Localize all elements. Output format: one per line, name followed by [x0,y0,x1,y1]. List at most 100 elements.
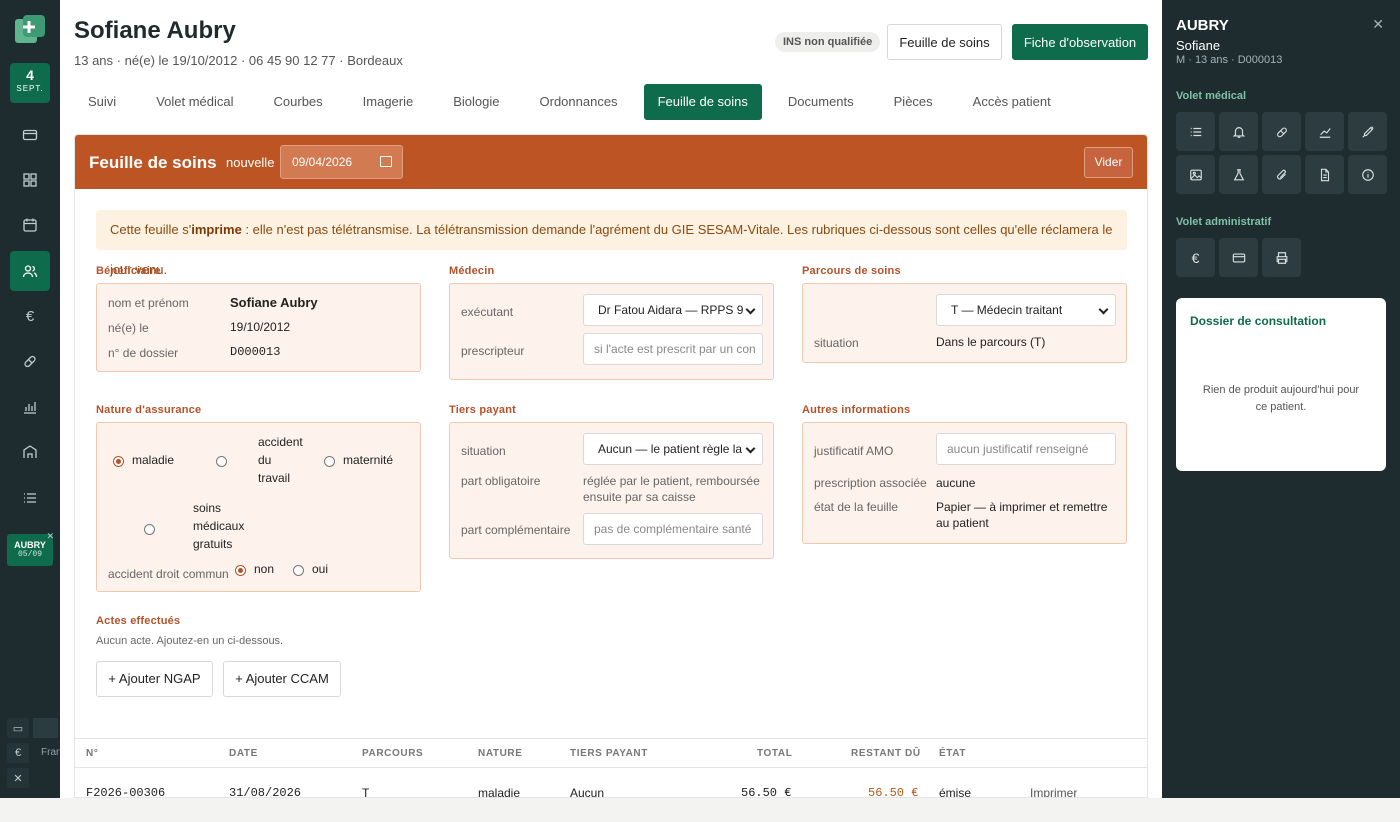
tab-biologie[interactable]: Biologie [439,84,513,120]
tab-pieces[interactable]: Pièces [880,84,947,120]
sidebar-imaging-button[interactable] [1176,155,1215,194]
rail-prescriptions[interactable] [10,341,50,381]
rail-billing-card[interactable] [10,115,50,155]
tab-acces-patient[interactable]: Accès patient [959,84,1065,120]
date-month: SEPT. [16,84,44,93]
language-label[interactable]: Fran [41,747,62,758]
fiche-observation-button[interactable]: Fiche d'observation [1012,24,1148,60]
mini-close-button[interactable]: ✕ [7,768,29,788]
col-num: N° [86,748,99,759]
amo-input[interactable]: aucun justificatif renseigné [936,433,1116,465]
maladie-label: maladie [132,453,175,467]
today-date[interactable]: 4 SEPT. [10,63,50,103]
fs-date-input[interactable]: 09/04/2026 [280,145,403,179]
radio-adc-oui[interactable] [293,565,304,576]
sidebar-vaccines-button[interactable] [1348,112,1387,151]
autres-section: Autres informations justificatif AMO auc… [802,404,1127,544]
sidebar-fees-button[interactable]: € [1176,238,1215,277]
cell-date: 31/08/2026 [229,786,302,798]
tab-documents[interactable]: Documents [774,84,868,120]
col-parcours: PARCOURS [362,748,424,759]
file-label: n° de dossier [108,346,179,360]
autres-box: justificatif AMO aucun justificatif rens… [802,422,1127,544]
left-rail: 4 SEPT. € AUBRY 05/09 ✕ ▭ € Fran ✕ [0,0,62,798]
notice-prefix: Cette feuille s' [110,222,192,237]
rail-agenda[interactable] [10,205,50,245]
patient-subtitle: 13 ans · né(e) le 19/10/2012 · 06 45 90 … [74,53,403,68]
adc-non-label: non [254,562,275,576]
complementaire-input[interactable]: pas de complémentaire santé [583,513,763,545]
prescripteur-input[interactable]: si l'acte est prescrit par un con [583,333,763,365]
close-icon[interactable]: ✕ [1372,16,1384,33]
tab-volet-medical[interactable]: Volet médical [142,84,247,120]
col-etat: ÉTAT [939,748,967,759]
rail-dashboard[interactable] [10,160,50,200]
open-patient-chip[interactable]: AUBRY 05/09 ✕ [7,531,54,566]
presc-assoc-label: prescription associée [814,476,927,490]
col-tiers: TIERS PAYANT [570,748,648,759]
add-ngap-button[interactable]: + Ajouter NGAP [96,661,213,697]
sidebar-alerts-button[interactable] [1219,112,1258,151]
sidebar-curves-button[interactable] [1305,112,1344,151]
sidebar-summary-button[interactable] [1176,112,1215,151]
exec-label: exécutant [461,305,514,319]
feuille-de-soins-button[interactable]: Feuille de soins [887,24,1002,60]
actes-section: Actes effectués Aucun acte. Ajoutez-en u… [96,615,283,647]
pill-icon [24,355,36,368]
chevron-down-icon [745,304,756,315]
radio-maladie[interactable] [113,456,124,467]
rail-patients[interactable] [10,251,50,291]
document-icon [1320,168,1329,181]
cell-nature: maladie [478,786,521,798]
sidebar-card-button[interactable] [1219,238,1258,277]
rail-establishment[interactable] [10,432,50,472]
table-header: N° DATE PARCOURS NATURE TIERS PAYANT TOT… [75,738,1147,768]
sidebar-treatments-button[interactable] [1262,112,1301,151]
compl-label: part complémentaire [461,523,571,537]
sidebar-info-button[interactable] [1348,155,1387,194]
print-link[interactable]: Imprimer [1030,786,1077,797]
radio-maternite[interactable] [324,456,335,467]
notice-bold: imprime [191,222,242,237]
app-logo-icon[interactable] [13,13,47,47]
tab-courbes[interactable]: Courbes [260,84,337,120]
fs-title: Feuille de soins [89,153,217,172]
mini-card-button[interactable]: ▭ [7,718,29,738]
actes-empty: Aucun acte. Ajoutez-en un ci-dessous. [96,635,284,647]
presc-label: prescripteur [461,344,525,358]
exec-select[interactable]: Dr Fatou Aidara — RPPS 9 [583,294,763,326]
sidebar-attachments-button[interactable] [1262,155,1301,194]
name-value: Sofiane Aubry [230,295,318,310]
parcours-select[interactable]: T — Médecin traitant [936,294,1116,326]
tab-imagerie[interactable]: Imagerie [349,84,428,120]
patient-tabs: Suivi Volet médical Courbes Imagerie Bio… [74,84,1077,120]
exec-value: Dr Fatou Aidara — RPPS 9 [598,303,744,317]
rail-statistics[interactable] [10,387,50,427]
tab-suivi[interactable]: Suivi [74,84,130,120]
rail-finance[interactable]: € [10,296,50,336]
sidebar-last-name: AUBRY [1176,17,1229,34]
euro-icon: € [14,747,22,759]
medecin-heading: Médecin [449,265,495,277]
fs-date-value: 09/04/2026 [292,155,353,169]
radio-adc-non[interactable] [235,565,246,576]
add-ccam-button[interactable]: + Ajouter CCAM [223,661,341,697]
sidebar-print-button[interactable] [1262,238,1301,277]
radio-soins-gratuits[interactable] [144,524,155,535]
list-icon [1190,127,1201,136]
mini-euro-button[interactable]: € [7,743,29,763]
tiers-situation-select[interactable]: Aucun — le patient règle la [583,433,763,465]
actes-heading: Actes effectués [96,615,181,627]
tab-feuille-de-soins[interactable]: Feuille de soins [643,84,762,120]
clear-button[interactable]: Vider [1084,147,1133,178]
tab-ordonnances[interactable]: Ordonnances [526,84,632,120]
name-label: nom et prénom [108,296,189,310]
chip-close-icon[interactable]: ✕ [46,531,54,542]
situation-value: Dans le parcours (T) [936,335,1046,349]
calendar-icon[interactable] [380,156,392,167]
sidebar-biology-button[interactable] [1219,155,1258,194]
sidebar-documents-button[interactable] [1305,155,1344,194]
parcours-heading: Parcours de soins [802,265,901,277]
rail-list[interactable] [10,478,50,518]
radio-accident-travail[interactable] [216,456,227,467]
